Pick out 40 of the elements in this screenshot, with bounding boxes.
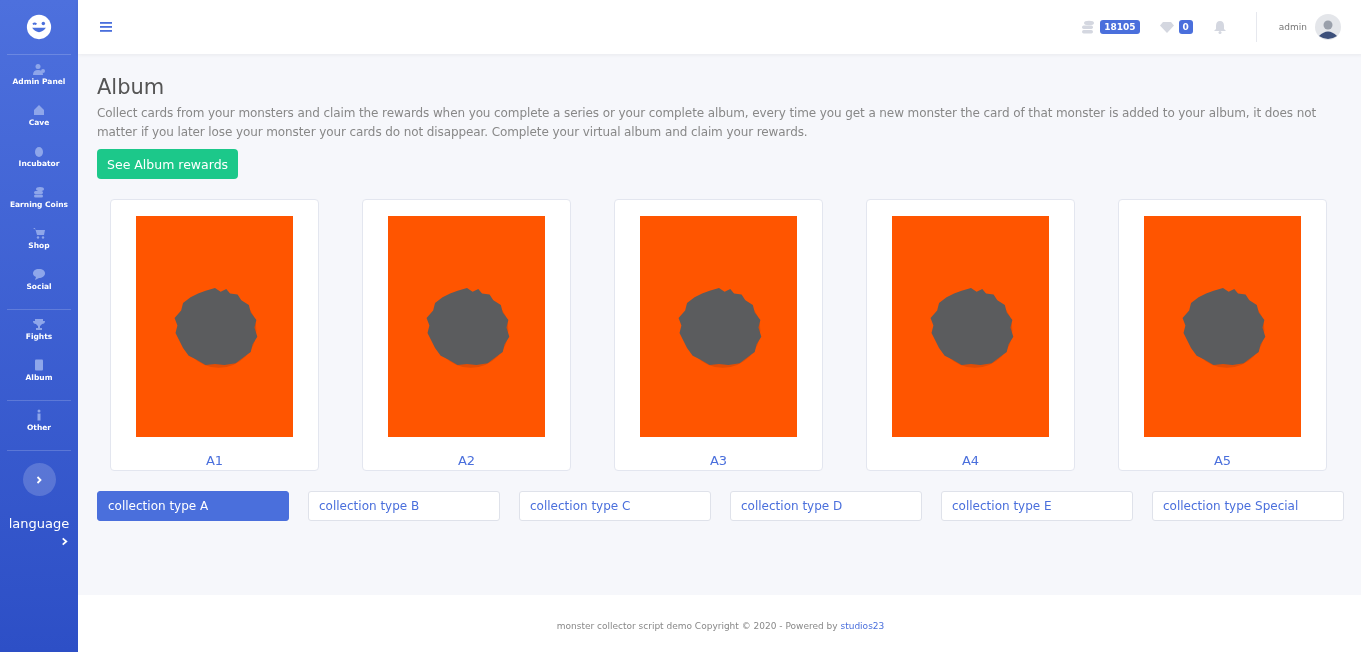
- card-label: A5: [1213, 453, 1232, 468]
- egg-icon: [33, 145, 45, 157]
- card-label: A3: [709, 453, 728, 468]
- card-label: A1: [205, 453, 224, 468]
- page-title: Album: [97, 74, 166, 100]
- card-label: A2: [457, 453, 476, 468]
- collection-tab[interactable]: collection type E: [941, 491, 1133, 521]
- user-icon: [33, 63, 45, 75]
- chevron-right-icon: [60, 537, 70, 546]
- collection-tab[interactable]: collection type D: [730, 491, 922, 521]
- winking-face-logo-icon[interactable]: [26, 14, 52, 40]
- album-card[interactable]: A2: [362, 199, 571, 471]
- expand-sidebar-button[interactable]: [22, 463, 56, 496]
- collection-tab[interactable]: collection type C: [519, 491, 711, 521]
- user-avatar-icon[interactable]: [1315, 14, 1341, 40]
- album-card[interactable]: A1: [110, 199, 319, 471]
- collection-tab[interactable]: collection type Special: [1152, 491, 1344, 521]
- album-card[interactable]: A4: [866, 199, 1075, 471]
- diamond-icon: [1159, 20, 1174, 34]
- chat-bubble-icon: [33, 268, 45, 280]
- footer-text: monster collector script demo Copyright © 2020 - Powered by studios23: [556, 620, 885, 631]
- coin-count-badge: 18105: [1100, 20, 1140, 34]
- collection-tab[interactable]: collection type A: [97, 491, 289, 521]
- language-menu[interactable]: language: [8, 516, 70, 546]
- page-description: Collect cards from your monsters and claim the rewards when you complete a series or your complete album, every time you get a new monster the card of that monster is added to your album, it does not matter if you later lose your monster your cards do not disappear. Complete your virtual album and claim your rewards.: [97, 105, 1317, 141]
- collection-tab[interactable]: collection type B: [308, 491, 500, 521]
- cart-icon: [33, 227, 45, 239]
- house-icon: [33, 104, 45, 116]
- chevron-right-icon: [34, 474, 44, 485]
- username[interactable]: admin: [1278, 22, 1307, 32]
- coins-icon: [1081, 20, 1096, 34]
- coins-icon: [33, 186, 45, 198]
- album-card[interactable]: A5: [1118, 199, 1327, 471]
- footer-link[interactable]: studios23: [840, 620, 885, 631]
- menu-icon[interactable]: [100, 22, 112, 32]
- album-card[interactable]: A3: [614, 199, 823, 471]
- gem-count-badge: 0: [1178, 20, 1193, 34]
- card-label: A4: [961, 453, 980, 468]
- book-icon: [33, 359, 45, 371]
- trophy-icon: [33, 318, 45, 330]
